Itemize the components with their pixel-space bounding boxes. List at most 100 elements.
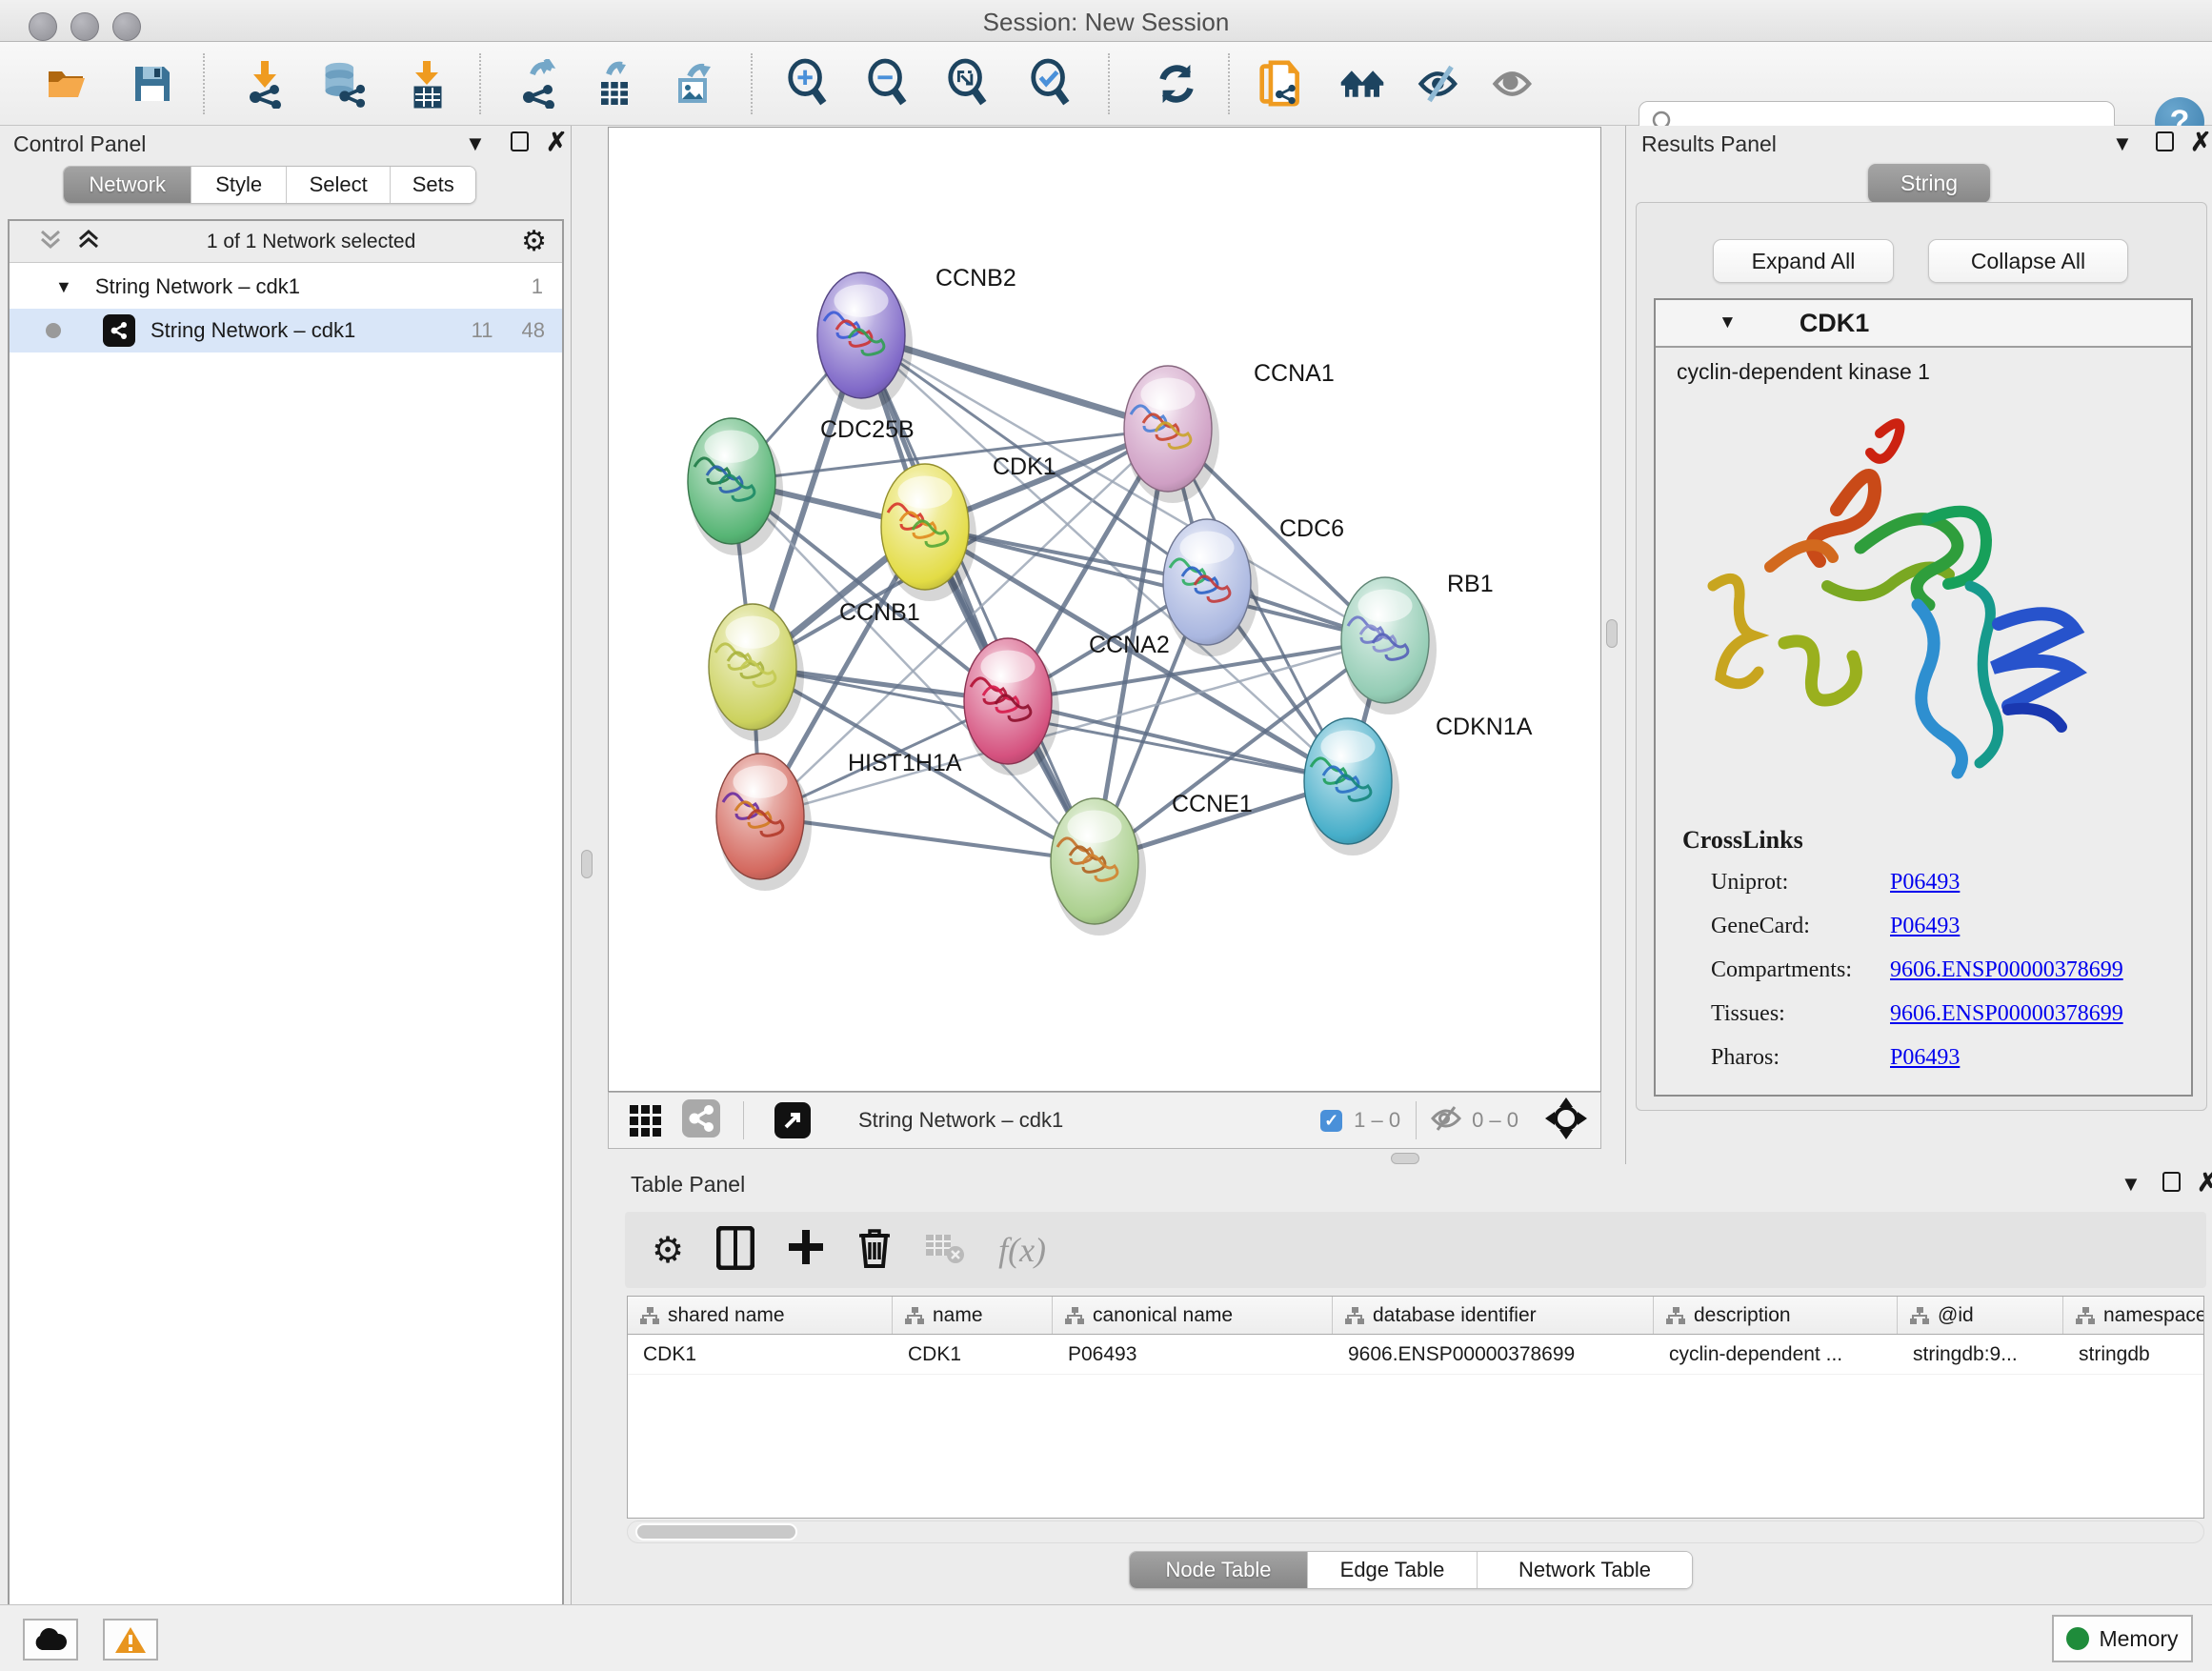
collapse-all-button[interactable]: Collapse All [1928,239,2128,283]
tab-sets[interactable]: Sets [390,167,475,203]
table-row[interactable]: CDK1CDK1P064939606.ENSP00000378699cyclin… [628,1335,2203,1375]
tab-edge-table[interactable]: Edge Table [1307,1552,1477,1588]
export-network-icon[interactable] [515,61,561,107]
title-bar: Session: New Session [0,0,2212,42]
export-table-icon[interactable] [592,61,637,107]
panel-close-icon[interactable]: ✗ [546,128,568,157]
table-settings-gear-icon[interactable]: ⚙ [652,1229,684,1272]
zoom-fit-icon[interactable] [945,61,991,107]
collection-expand-icon[interactable]: ▼ [55,277,72,297]
collapse-all-chevrons-icon[interactable] [38,226,63,257]
gene-name: CDK1 [1800,309,1870,338]
network-node-cdc6[interactable]: CDC6 [1163,515,1344,656]
tab-string[interactable]: String [1868,164,1990,203]
crosslink-value-link[interactable]: P06493 [1890,870,1960,896]
table-cell[interactable]: 9606.ENSP00000378699 [1333,1335,1654,1374]
network-edge[interactable] [861,335,1095,861]
grid-view-icon[interactable] [630,1105,661,1137]
network-node-ccne1[interactable]: CCNE1 [1051,791,1253,936]
expand-all-button[interactable]: Expand All [1713,239,1894,283]
tab-network[interactable]: Network [64,167,191,203]
network-node-ccna1[interactable]: CCNA1 [1124,360,1335,503]
birdseye-icon[interactable] [1545,1097,1587,1144]
warning-button[interactable] [103,1619,158,1661]
table-cell[interactable]: P06493 [1053,1335,1333,1374]
tab-node-table[interactable]: Node Table [1130,1552,1307,1588]
table-cell[interactable]: stringdb [2063,1335,2204,1374]
show-eye-icon[interactable] [1492,61,1538,107]
add-column-icon[interactable] [787,1226,825,1275]
panel-collapse-icon[interactable]: ▼ [2112,131,2133,156]
table-cell[interactable]: cyclin-dependent ... [1654,1335,1898,1374]
cdk1-section-header[interactable]: ▼ CDK1 [1656,300,2191,348]
column-header-namespace[interactable]: namespace [2063,1297,2204,1334]
network-node-rb1[interactable]: RB1 [1341,571,1494,715]
panel-collapse-icon[interactable]: ▼ [465,131,486,156]
delete-column-icon[interactable] [857,1226,892,1275]
tree-options-gear-icon[interactable]: ⚙ [521,225,547,258]
column-header-canonical-name[interactable]: canonical name [1053,1297,1333,1334]
hide-eye-slash-icon[interactable] [1418,61,1463,107]
zoom-in-icon[interactable] [785,61,831,107]
crosslink-label: Pharos: [1711,1045,1780,1070]
show-columns-icon[interactable] [716,1226,754,1275]
table-cell[interactable]: CDK1 [893,1335,1053,1374]
cloud-button[interactable] [23,1619,78,1661]
table-cell[interactable]: CDK1 [628,1335,893,1374]
panel-close-icon[interactable]: ✗ [2190,128,2212,157]
export-image-icon[interactable] [671,61,716,107]
share-view-icon[interactable] [682,1099,720,1142]
scrollbar-thumb[interactable] [635,1523,797,1540]
tab-style[interactable]: Style [191,167,286,203]
network-canvas[interactable]: CCNB2CCNA1CDC25BCDK1CDC6RB1CCNB1CCNA2CDK… [608,127,1601,1092]
column-header-name[interactable]: name [893,1297,1053,1334]
toolbar-separator [1228,53,1230,114]
crosslink-value-link[interactable]: 9606.ENSP00000378699 [1890,1001,2123,1027]
tab-select[interactable]: Select [286,167,391,203]
import-network-file-icon[interactable] [242,61,288,107]
crosslink-value-link[interactable]: P06493 [1890,1045,1960,1071]
network-node-hist1h1a[interactable]: HIST1H1A [716,750,962,891]
zoom-selected-icon[interactable] [1028,61,1074,107]
network-collection-row[interactable]: ▼ String Network – cdk1 1 [10,265,562,309]
right-splitter-handle[interactable] [1606,619,1618,648]
expand-all-chevrons-icon[interactable] [76,226,101,257]
panel-float-icon[interactable] [2156,131,2174,157]
section-collapse-icon[interactable]: ▼ [1719,312,1737,333]
panel-float-icon[interactable] [511,131,529,157]
column-header-description[interactable]: description [1654,1297,1898,1334]
open-session-icon[interactable] [44,61,90,107]
column-header-shared-name[interactable]: shared name [628,1297,893,1334]
node-label: CCNA1 [1254,360,1335,387]
panel-float-icon[interactable] [2162,1172,2181,1198]
bottom-splitter-handle[interactable] [1391,1153,1419,1164]
network-graph[interactable]: CCNB2CCNA1CDC25BCDK1CDC6RB1CCNB1CCNA2CDK… [609,128,1599,1090]
left-splitter-handle[interactable] [581,850,593,878]
column-header--id[interactable]: @id [1898,1297,2063,1334]
refresh-icon[interactable] [1154,61,1199,107]
memory-button[interactable]: Memory [2052,1615,2193,1662]
network-node-cdkn1a[interactable]: CDKN1A [1304,714,1533,856]
import-table-file-icon[interactable] [404,61,450,107]
toolbar-separator [751,53,753,114]
zoom-out-icon[interactable] [865,61,911,107]
string-homes-icon[interactable] [1339,61,1385,107]
node-label: CCNB2 [935,265,1016,292]
detach-view-icon[interactable] [774,1102,811,1138]
panel-close-icon[interactable]: ✗ [2197,1168,2212,1198]
table-cell[interactable]: stringdb:9... [1898,1335,2063,1374]
selected-checkbox-icon[interactable]: ✓ [1320,1110,1342,1132]
network-node-ccnb2[interactable]: CCNB2 [817,265,1016,410]
tab-network-table[interactable]: Network Table [1477,1552,1692,1588]
control-panel: Control Panel ▼ ✗ Network Style Select S… [0,126,572,1604]
crosslink-value-link[interactable]: 9606.ENSP00000378699 [1890,957,2123,983]
attribute-icon [2075,1306,2096,1325]
save-session-icon[interactable] [130,61,175,107]
table-horizontal-scrollbar[interactable] [627,1520,2204,1543]
import-network-database-icon[interactable] [320,61,366,107]
string-documents-icon[interactable] [1258,61,1304,107]
panel-collapse-icon[interactable]: ▼ [2121,1172,2142,1197]
crosslink-value-link[interactable]: P06493 [1890,914,1960,939]
network-row[interactable]: String Network – cdk1 11 48 [10,309,562,352]
column-header-database-identifier[interactable]: database identifier [1333,1297,1654,1334]
